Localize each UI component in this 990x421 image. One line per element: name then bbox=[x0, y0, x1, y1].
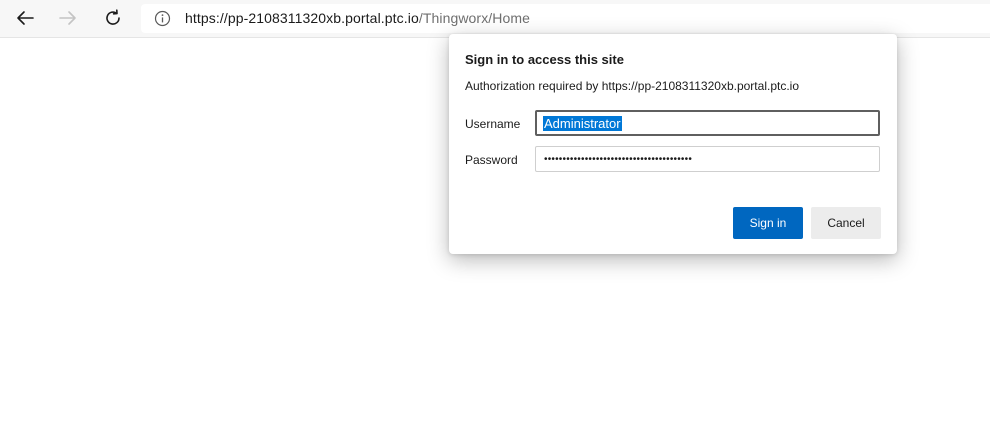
refresh-icon bbox=[106, 9, 120, 25]
address-bar[interactable]: https://pp-2108311320xb.portal.ptc.io/Th… bbox=[141, 4, 990, 33]
refresh-button[interactable] bbox=[97, 3, 129, 33]
forward-button[interactable] bbox=[52, 3, 84, 33]
info-icon[interactable] bbox=[154, 10, 171, 27]
arrow-right-icon bbox=[59, 11, 76, 25]
sign-in-dialog: Sign in to access this site Authorizatio… bbox=[449, 34, 897, 254]
dialog-subtitle: Authorization required by https://pp-210… bbox=[465, 79, 799, 93]
username-value: Administrator bbox=[543, 115, 622, 131]
back-button[interactable] bbox=[9, 3, 41, 33]
dialog-title: Sign in to access this site bbox=[465, 52, 624, 67]
username-label: Username bbox=[465, 117, 521, 131]
url-host: https://pp-2108311320xb.portal.ptc.io bbox=[185, 10, 419, 26]
url-text: https://pp-2108311320xb.portal.ptc.io/Th… bbox=[185, 10, 530, 26]
cancel-button[interactable]: Cancel bbox=[811, 207, 881, 239]
arrow-left-icon bbox=[17, 11, 34, 25]
url-path: /Thingworx/Home bbox=[418, 10, 531, 26]
password-label: Password bbox=[465, 153, 518, 167]
username-field[interactable]: Administrator bbox=[535, 110, 880, 136]
password-field[interactable]: •••••••••••••••••••••••••••••••••••••••• bbox=[535, 146, 880, 172]
browser-toolbar: https://pp-2108311320xb.portal.ptc.io/Th… bbox=[0, 0, 990, 38]
sign-in-button[interactable]: Sign in bbox=[733, 207, 803, 239]
password-mask: •••••••••••••••••••••••••••••••••••••••• bbox=[544, 153, 693, 165]
